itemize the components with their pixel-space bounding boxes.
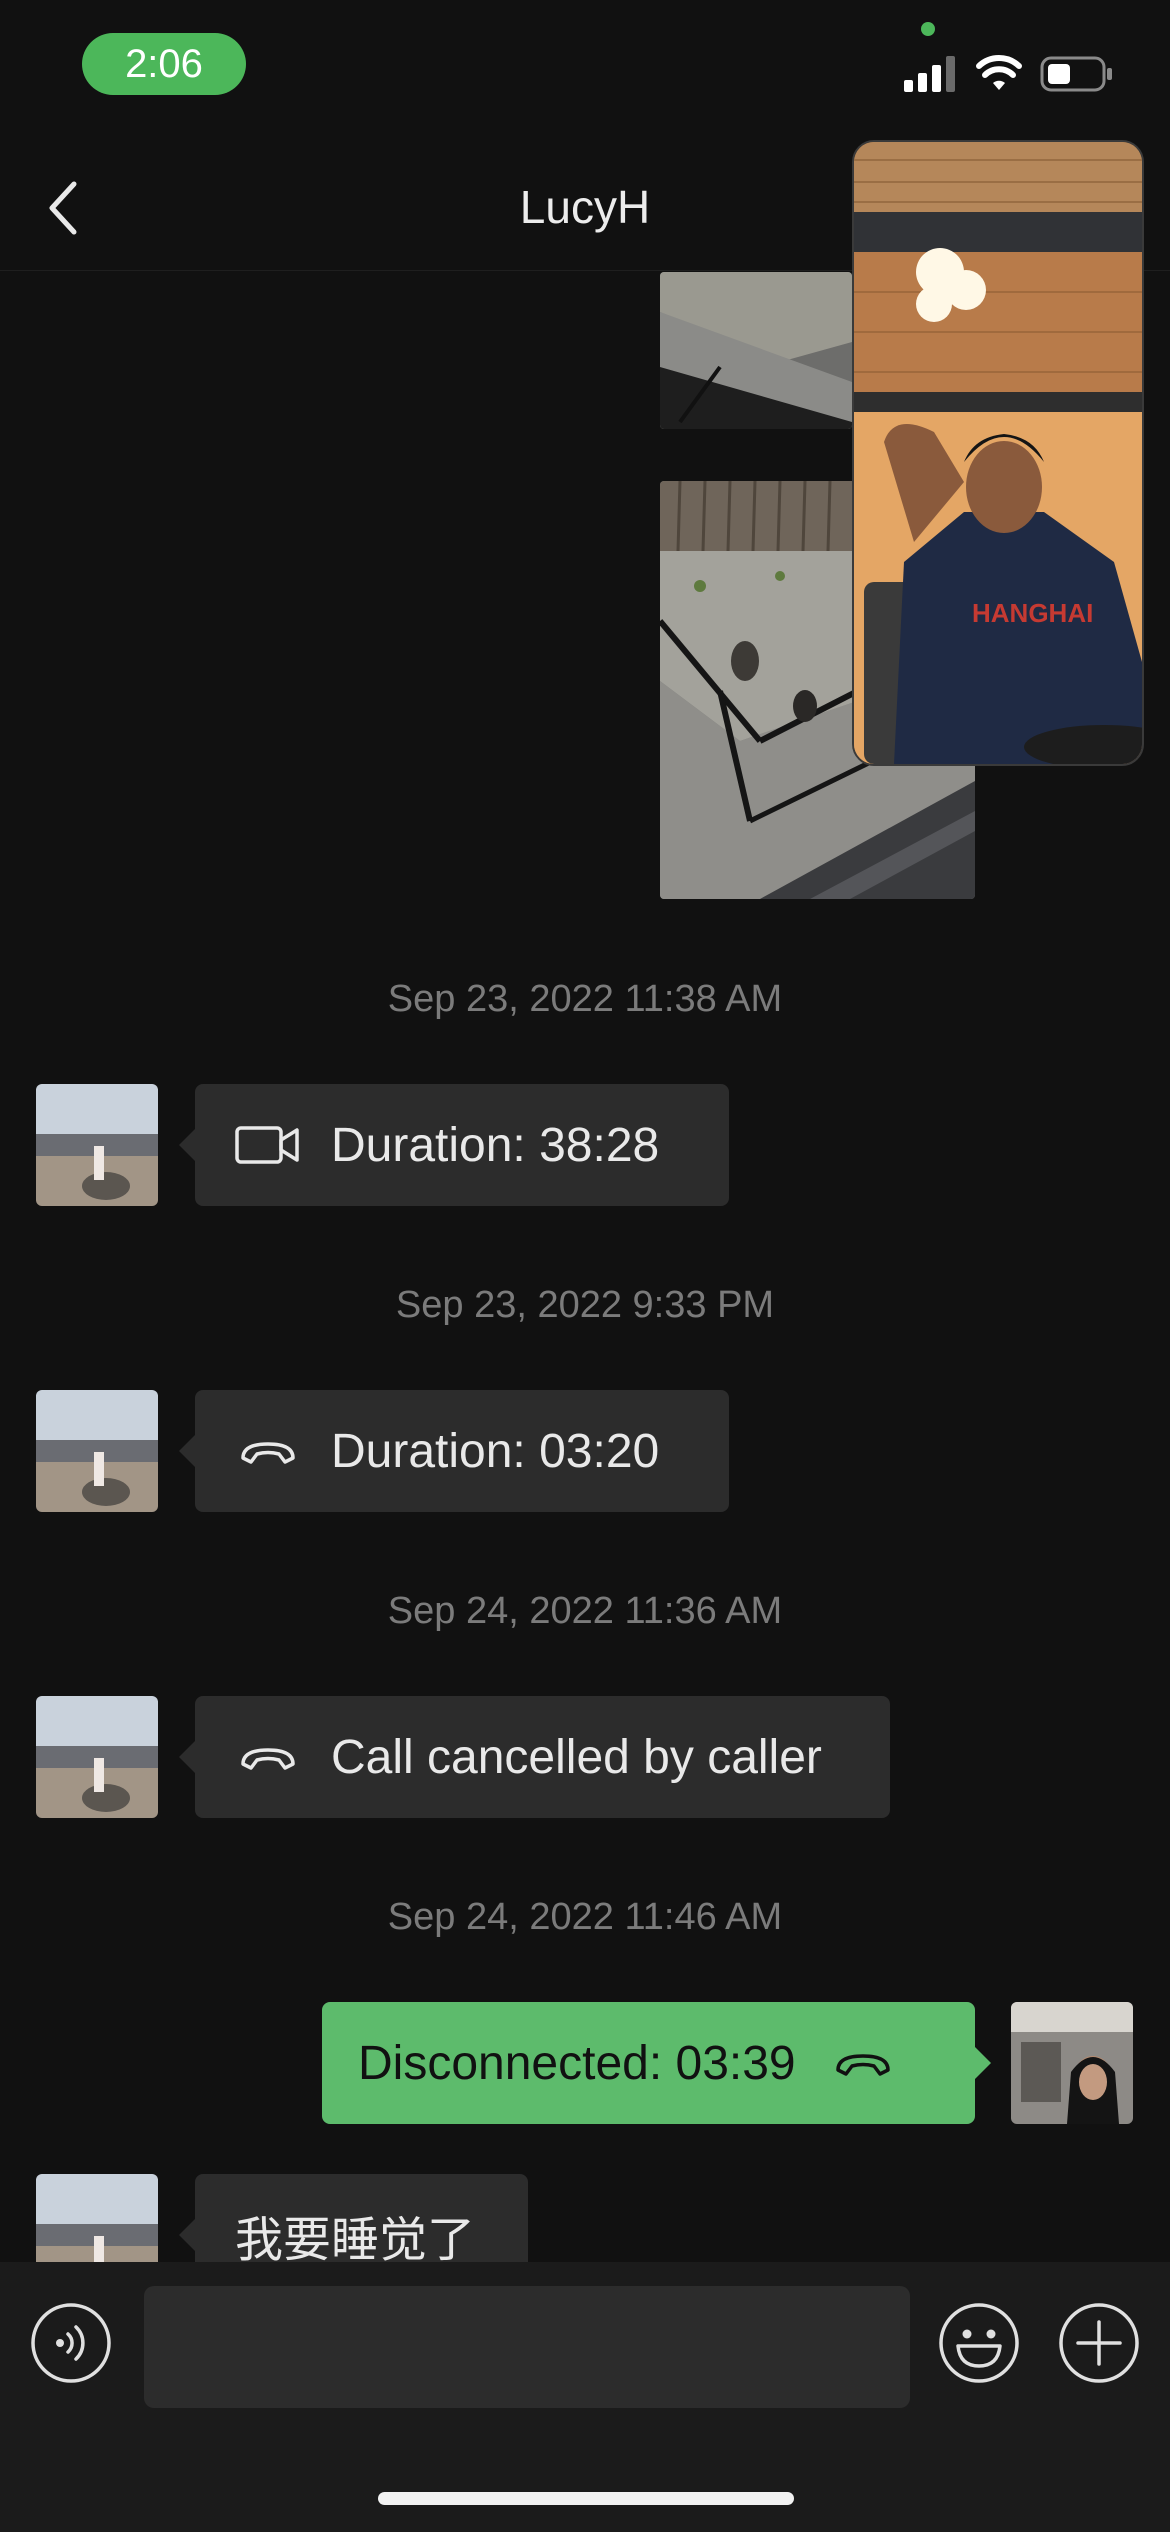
- call-record-bubble[interactable]: Duration: 38:28: [179, 1084, 729, 1206]
- message-input[interactable]: [144, 2286, 910, 2408]
- home-indicator: [378, 2492, 794, 2505]
- call-record-text: Duration: 38:28: [331, 1118, 660, 1172]
- voice-input-icon[interactable]: [30, 2302, 112, 2384]
- my-avatar[interactable]: [1011, 2002, 1133, 2124]
- message-timestamp: Sep 23, 2022 9:33 PM: [395, 1284, 775, 1326]
- outgoing-call-record-bubble[interactable]: Disconnected: 03:39: [322, 2002, 991, 2124]
- battery-icon: [1040, 56, 1112, 92]
- phone-icon: [241, 1442, 295, 1464]
- shared-photo[interactable]: [660, 272, 852, 429]
- contact-avatar[interactable]: [36, 1390, 158, 1512]
- phone-icon: [241, 1748, 295, 1770]
- emoji-icon[interactable]: [938, 2302, 1020, 2384]
- phone-icon: [835, 2054, 890, 2076]
- call-record-text: Disconnected: 03:39: [358, 2036, 796, 2090]
- call-record-text: Call cancelled by caller: [331, 1730, 822, 1784]
- call-record-text: Duration: 03:20: [331, 1424, 660, 1478]
- back-chevron-icon[interactable]: [38, 178, 88, 238]
- mic-in-use-indicator: [921, 22, 935, 36]
- call-record-bubble[interactable]: Duration: 03:20: [179, 1390, 729, 1512]
- contact-avatar[interactable]: [36, 1084, 158, 1206]
- svg-text:HANGHAI: HANGHAI: [972, 598, 1093, 628]
- message-timestamp: Sep 23, 2022 11:38 AM: [387, 978, 783, 1020]
- message-timestamp: Sep 24, 2022 11:36 AM: [387, 1590, 783, 1632]
- plus-icon[interactable]: [1058, 2302, 1140, 2384]
- message-timestamp: Sep 24, 2022 11:46 AM: [387, 1896, 783, 1938]
- status-time: 2:06: [82, 33, 246, 95]
- video-call-floating-window[interactable]: HANGHAI: [852, 140, 1144, 766]
- call-record-bubble[interactable]: Call cancelled by caller: [179, 1696, 890, 1818]
- video-camera-icon: [235, 1126, 299, 1164]
- cellular-signal-icon: [904, 56, 955, 92]
- contact-avatar[interactable]: [36, 1696, 158, 1818]
- message-text: 我要睡觉了: [235, 2212, 476, 2268]
- wifi-icon: [976, 55, 1022, 90]
